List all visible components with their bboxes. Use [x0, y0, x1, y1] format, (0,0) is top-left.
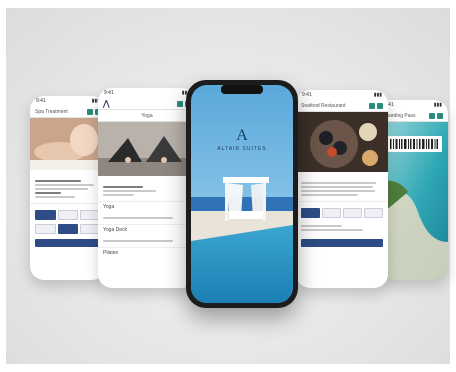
- menu-icon[interactable]: [437, 112, 443, 119]
- section-yoga[interactable]: Yoga: [98, 201, 196, 212]
- option-chip[interactable]: [343, 208, 362, 218]
- option-chips: [296, 206, 388, 220]
- book-button[interactable]: [301, 239, 383, 247]
- status-bar: 9:41 ▮▮▮: [104, 90, 190, 96]
- menu-icon[interactable]: [377, 102, 383, 109]
- option-chip[interactable]: [364, 208, 383, 218]
- time-chip[interactable]: [35, 224, 56, 234]
- status-bar: 9:41 ▮▮▮: [36, 98, 100, 104]
- description-text: [30, 175, 106, 203]
- cart-icon[interactable]: [87, 108, 93, 115]
- option-chip[interactable]: [35, 210, 56, 220]
- description-text: [98, 181, 196, 201]
- massage-photo: [30, 118, 106, 170]
- time-chips: [30, 222, 106, 236]
- book-button[interactable]: [35, 239, 101, 247]
- screen-title: Spa Treatment: [35, 108, 68, 115]
- phone-center: A ALTAIR SUITES: [186, 80, 298, 308]
- villa-photo: [191, 85, 293, 303]
- cart-icon[interactable]: [369, 102, 375, 109]
- brand-logo: ⋀: [103, 99, 110, 108]
- app-header: ⋀: [98, 98, 196, 110]
- brand-logo: A ALTAIR SUITES: [191, 127, 293, 152]
- phone-mid-right: 9:41 ▮▮▮ Seafood Restaurant: [296, 90, 388, 288]
- screen-title: Yoga: [141, 112, 153, 119]
- option-chip[interactable]: [301, 208, 320, 218]
- cart-icon[interactable]: [177, 100, 183, 107]
- logo-letter: A: [236, 127, 248, 144]
- option-chip[interactable]: [322, 208, 341, 218]
- section-yoga-deck[interactable]: Yoga Deck: [98, 224, 196, 235]
- seafood-photo: [296, 112, 388, 172]
- cart-icon[interactable]: [429, 112, 435, 119]
- app-header: Spa Treatment: [30, 106, 106, 118]
- yoga-photo: [98, 122, 196, 176]
- option-chips: [30, 208, 106, 222]
- phone-far-left: 9:41 ▮▮▮ Spa Treatment: [30, 96, 106, 280]
- phone-mid-left: 9:41 ▮▮▮ ⋀ Yoga Yoga Yoga Deck Pilates: [98, 88, 196, 288]
- option-chip[interactable]: [57, 210, 79, 220]
- showcase-backdrop: 9:41 ▮▮▮ Spa Treatment 9:41 ▮▮▮ Boarding P…: [6, 8, 450, 364]
- screen-title: Seafood Restaurant: [301, 102, 346, 109]
- phone-screen: A ALTAIR SUITES: [191, 85, 293, 303]
- section-pilates[interactable]: Pilates: [98, 247, 196, 258]
- screen-title-bar: Yoga: [98, 110, 196, 122]
- status-bar: 9:41 ▮▮▮: [384, 102, 442, 108]
- brand-name: ALTAIR SUITES: [217, 146, 267, 152]
- app-header: Boarding Pass: [378, 110, 448, 122]
- app-header: Seafood Restaurant: [296, 100, 388, 112]
- phone-far-right: 9:41 ▮▮▮ Boarding Pass: [378, 100, 448, 280]
- status-bar: 9:41 ▮▮▮: [302, 92, 382, 98]
- description-text: [296, 177, 388, 201]
- beach-photo: [378, 122, 448, 280]
- time-chip[interactable]: [57, 224, 79, 234]
